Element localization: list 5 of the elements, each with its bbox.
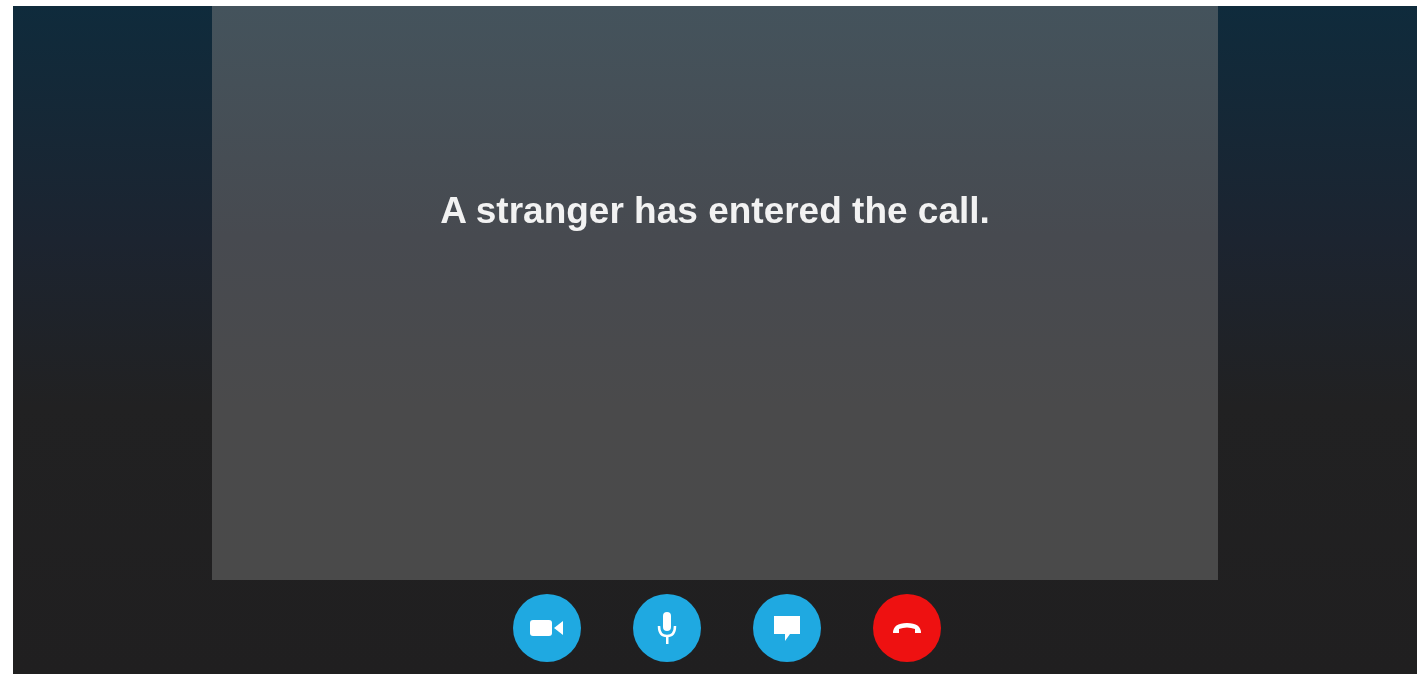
call-message: A stranger has entered the call. [440,189,990,233]
phone-handset-icon [891,621,923,635]
microphone-icon [657,612,677,644]
video-camera-icon [530,618,564,638]
chat-bubble-icon [772,614,802,642]
